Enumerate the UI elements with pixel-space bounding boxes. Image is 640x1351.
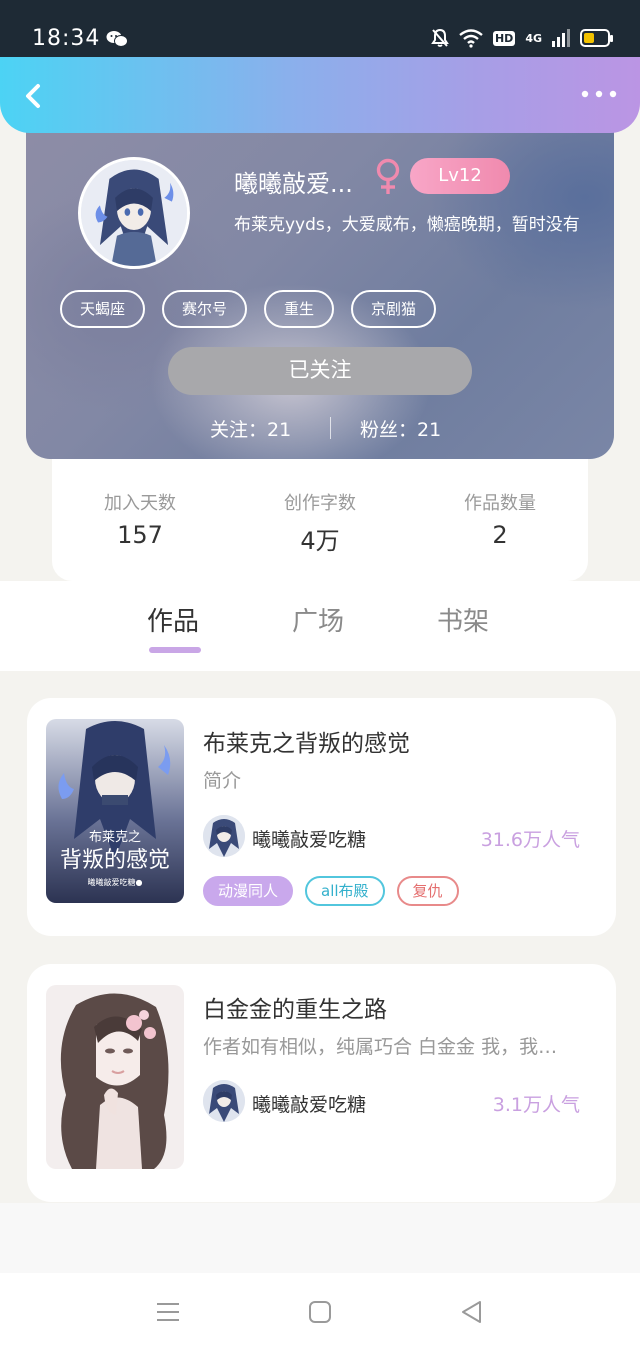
popularity: 31.6万人气 [480, 829, 580, 851]
stat-work-count: 作品数量 2 [420, 489, 580, 549]
chevron-left-icon[interactable] [18, 79, 52, 113]
profile-card: 曦曦敲爱... Lv12 布莱克yyds，大爱威布，懒癌晚期，暂时没有 天蝎座 … [26, 110, 614, 459]
follow-stats: 关注：21 粉丝：21 [26, 415, 614, 441]
stat-word-count: 创作字数 4万 [240, 489, 400, 556]
stat-join-days: 加入天数 157 [60, 489, 220, 549]
menu-icon[interactable] [154, 1299, 182, 1325]
signal-icon [552, 29, 570, 47]
following-count[interactable]: 关注：21 [210, 415, 291, 442]
battery-icon [580, 29, 613, 47]
hd-badge: HD [492, 30, 516, 46]
followers-count[interactable]: 粉丝：21 [360, 415, 441, 442]
status-time: 18:34 [32, 26, 101, 51]
author-avatar[interactable] [203, 815, 245, 857]
book-card[interactable]: 白金金的重生之路 作者如有相似，纯属巧合 白金金 我，我… 曦曦敲爱吃糖 3.1… [27, 964, 616, 1202]
status-bar: 18:34 HD 4G [0, 0, 640, 60]
user-bio: 布莱克yyds，大爱威布，懒癌晚期，暂时没有 [234, 215, 580, 235]
system-nav-bar [0, 1273, 640, 1351]
back-triangle-icon[interactable] [458, 1299, 486, 1325]
stat-label: 作品数量 [464, 493, 536, 514]
stat-value: 2 [492, 521, 508, 549]
bell-muted-icon [431, 28, 449, 47]
book-cover[interactable]: 布莱克之 背叛的感觉 曦曦敲爱吃糖● [46, 719, 184, 903]
wifi-icon [459, 29, 483, 48]
header-bar [0, 57, 640, 133]
book-cover[interactable] [46, 985, 184, 1169]
more-dots-icon[interactable] [580, 87, 618, 101]
author-name[interactable]: 曦曦敲爱吃糖 [252, 1090, 366, 1117]
user-name: 曦曦敲爱... [234, 170, 353, 198]
tab-plaza[interactable]: 广场 [292, 601, 344, 638]
profile-tag[interactable]: 重生 [264, 290, 335, 328]
book-list: 布莱克之 背叛的感觉 曦曦敲爱吃糖● 布莱克之背叛的感觉 简介 曦曦敲爱吃糖 3… [0, 671, 640, 1203]
profile-tag[interactable]: 赛尔号 [162, 290, 248, 328]
profile-tag[interactable]: 京剧猫 [351, 290, 437, 328]
network-label: 4G [525, 31, 542, 45]
stats-card: 加入天数 157 创作字数 4万 作品数量 2 [52, 459, 588, 581]
popularity: 3.1万人气 [492, 1094, 580, 1116]
stat-value: 157 [117, 521, 163, 549]
book-title[interactable]: 布莱克之背叛的感觉 [203, 724, 410, 758]
tab-works[interactable]: 作品 [147, 601, 199, 638]
follow-button[interactable]: 已关注 [168, 347, 472, 395]
battery-fill [584, 33, 594, 43]
book-description: 简介 [203, 770, 242, 792]
author-name[interactable]: 曦曦敲爱吃糖 [252, 825, 366, 852]
empty-area [0, 1203, 640, 1273]
genre-tag[interactable]: all布殿 [305, 876, 385, 906]
stat-label: 加入天数 [104, 493, 176, 514]
cover-author: 曦曦敲爱吃糖● [88, 877, 143, 887]
tab-indicator [149, 647, 201, 653]
book-card[interactable]: 布莱克之 背叛的感觉 曦曦敲爱吃糖● 布莱克之背叛的感觉 简介 曦曦敲爱吃糖 3… [27, 698, 616, 936]
profile-tags: 天蝎座 赛尔号 重生 京剧猫 [60, 290, 437, 328]
book-description: 作者如有相似，纯属巧合 白金金 我，我… [203, 1036, 558, 1058]
genre-tag[interactable]: 复仇 [396, 876, 459, 906]
profile-tag[interactable]: 天蝎座 [60, 290, 146, 328]
wechat-icon [106, 31, 128, 47]
avatar[interactable] [78, 157, 190, 269]
divider [330, 417, 331, 439]
cover-subtitle: 背叛的感觉 [60, 848, 170, 873]
book-title[interactable]: 白金金的重生之路 [203, 990, 387, 1024]
level-badge: Lv12 [410, 158, 510, 194]
tab-bar: 作品 广场 书架 [0, 581, 640, 671]
female-icon [376, 158, 400, 194]
tab-bookshelf[interactable]: 书架 [437, 601, 489, 638]
stat-value: 4万 [300, 527, 340, 555]
genre-tags: 动漫同人 all布殿 复仇 [203, 876, 459, 906]
author-avatar[interactable] [203, 1080, 245, 1122]
genre-tag[interactable]: 动漫同人 [203, 876, 294, 906]
cover-title: 布莱克之 [89, 830, 141, 845]
stat-label: 创作字数 [284, 493, 356, 514]
home-square-icon[interactable] [306, 1299, 334, 1325]
